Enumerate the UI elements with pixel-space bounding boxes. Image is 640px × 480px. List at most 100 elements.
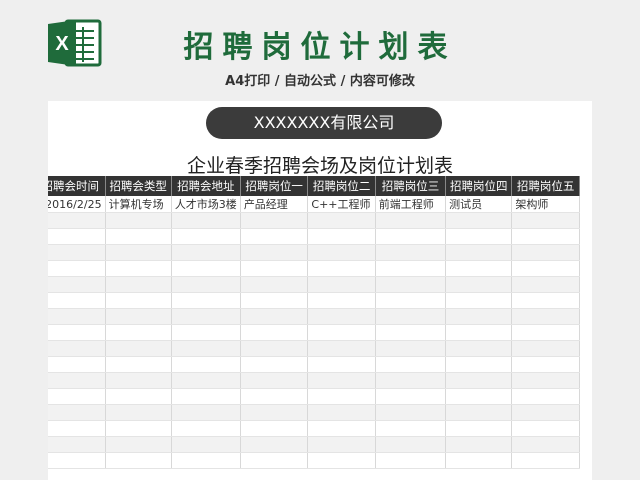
empty-cell — [48, 436, 106, 453]
empty-cell — [171, 228, 241, 245]
empty-cell — [105, 452, 172, 469]
empty-cell — [375, 404, 447, 421]
empty-cell — [240, 228, 309, 245]
empty-cell — [511, 276, 580, 293]
empty-cell — [48, 260, 106, 277]
page-title: 招聘岗位计划表 — [183, 30, 457, 65]
empty-cell — [375, 324, 447, 341]
empty-cell — [171, 260, 241, 277]
empty-cell — [171, 340, 241, 357]
empty-cell — [171, 308, 241, 325]
table-cell: 人才市场3楼 — [171, 196, 241, 213]
empty-cell — [375, 372, 447, 389]
empty-cell — [307, 308, 376, 325]
table-row: 2016/2/25 计算机专场 人才市场3楼 产品经理 C++工程师 前端工程师… — [48, 196, 580, 213]
empty-cell — [240, 436, 309, 453]
empty-cell — [375, 228, 447, 245]
empty-cell — [171, 436, 241, 453]
empty-cell — [445, 404, 513, 421]
empty-cell — [445, 420, 513, 437]
empty-cell — [511, 292, 580, 309]
empty-cell — [445, 436, 513, 453]
empty-cell — [48, 340, 106, 357]
empty-cell — [445, 244, 513, 261]
empty-cell — [240, 308, 309, 325]
empty-cell — [511, 404, 580, 421]
empty-cell — [307, 340, 376, 357]
empty-cell — [307, 420, 376, 437]
empty-cell — [240, 452, 309, 469]
empty-cell — [171, 244, 241, 261]
company-name-badge: XXXXXXX有限公司 — [206, 107, 442, 139]
empty-cell — [105, 372, 172, 389]
empty-cell — [240, 244, 309, 261]
column-header: 招聘岗位三 — [375, 176, 447, 196]
empty-cell — [105, 308, 172, 325]
column-header: 招聘会时间 — [48, 176, 106, 196]
empty-cell — [445, 452, 513, 469]
empty-cell — [48, 420, 106, 437]
table-cell: 架构师 — [511, 196, 580, 213]
empty-cell — [445, 292, 513, 309]
empty-table-row — [48, 276, 580, 293]
empty-cell — [307, 452, 376, 469]
empty-cell — [375, 356, 447, 373]
empty-cell — [105, 340, 172, 357]
empty-cell — [445, 324, 513, 341]
empty-cell — [375, 452, 447, 469]
empty-cell — [375, 388, 447, 405]
empty-cell — [171, 212, 241, 229]
empty-cell — [105, 292, 172, 309]
empty-cell — [375, 260, 447, 277]
empty-cell — [240, 420, 309, 437]
table-cell: 测试员 — [445, 196, 513, 213]
empty-cell — [445, 308, 513, 325]
column-header: 招聘岗位四 — [445, 176, 513, 196]
table-cell: 前端工程师 — [375, 196, 447, 213]
empty-cell — [240, 292, 309, 309]
empty-cell — [307, 212, 376, 229]
empty-cell — [105, 276, 172, 293]
empty-cell — [511, 452, 580, 469]
empty-cell — [445, 276, 513, 293]
empty-cell — [307, 276, 376, 293]
table-cell: C++工程师 — [307, 196, 376, 213]
empty-cell — [240, 404, 309, 421]
empty-cell — [511, 420, 580, 437]
empty-cell — [511, 372, 580, 389]
empty-cell — [511, 340, 580, 357]
empty-table-row — [48, 388, 580, 405]
column-header: 招聘岗位五 — [511, 176, 580, 196]
empty-table-row — [48, 404, 580, 421]
empty-cell — [445, 388, 513, 405]
empty-cell — [511, 212, 580, 229]
empty-cell — [375, 340, 447, 357]
empty-cell — [171, 356, 241, 373]
empty-cell — [240, 372, 309, 389]
empty-table-row — [48, 260, 580, 277]
empty-table-row — [48, 244, 580, 261]
empty-table-row — [48, 308, 580, 325]
empty-cell — [171, 404, 241, 421]
empty-table-row — [48, 372, 580, 389]
empty-cell — [105, 356, 172, 373]
empty-cell — [240, 324, 309, 341]
empty-cell — [307, 260, 376, 277]
empty-cell — [307, 228, 376, 245]
empty-cell — [240, 212, 309, 229]
empty-cell — [171, 420, 241, 437]
empty-cell — [48, 404, 106, 421]
table-cell: 2016/2/25 — [48, 196, 106, 213]
empty-cell — [48, 308, 106, 325]
empty-cell — [240, 260, 309, 277]
page-subtitle: A4打印 / 自动公式 / 内容可修改 — [225, 74, 415, 89]
empty-cell — [171, 452, 241, 469]
empty-cell — [105, 260, 172, 277]
empty-table-row — [48, 324, 580, 341]
empty-table-row — [48, 340, 580, 357]
empty-cell — [511, 244, 580, 261]
column-header: 招聘会类型 — [105, 176, 172, 196]
empty-cell — [375, 276, 447, 293]
empty-table-row — [48, 292, 580, 309]
empty-cell — [445, 228, 513, 245]
